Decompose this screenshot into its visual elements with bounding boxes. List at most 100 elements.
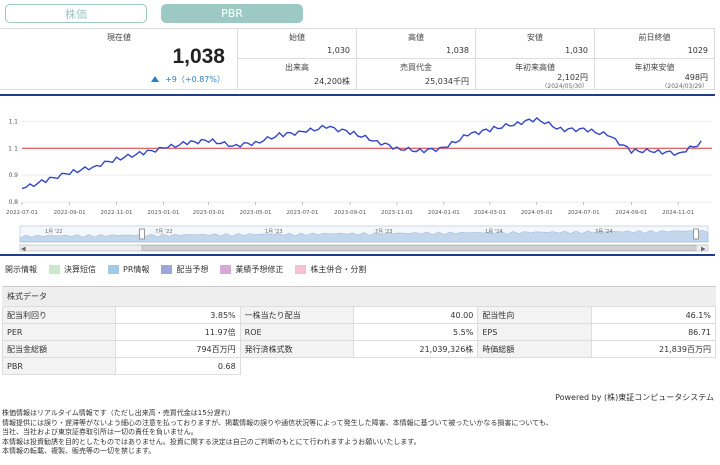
current-price-box: 現在値 1,038 +9（+0.87%） [0, 29, 238, 89]
y-tick-label: 0.9 [8, 172, 18, 179]
open-cell: 始値 1,030 [238, 29, 357, 59]
legend-swatch [295, 265, 307, 274]
x-tick-label: 2023-01-01 [147, 210, 179, 216]
chart-scrollbar-thumb[interactable] [141, 245, 697, 251]
x-tick-label: 2023-05-01 [240, 210, 272, 216]
table-row: 配当利回り 3.85% 一株当たり配当 40.00 配当性向 46.1% [1, 306, 717, 324]
legend-swatch [220, 265, 232, 274]
shares-outstanding-value: 21,039,326株 [352, 340, 479, 358]
ytd-low-date: （2024/03/29） [661, 83, 708, 90]
low-cell: 安値 1,030 [476, 29, 595, 59]
powered-by: Powered by (株)東証コンピュータシステム [555, 393, 714, 402]
open-label: 始値 [289, 33, 305, 42]
navigator-label: 7月 '23 [375, 229, 393, 235]
navigator-label: 1月 '22 [45, 229, 63, 235]
x-tick-label: 2024-01-01 [428, 210, 460, 216]
price-change: +9（+0.87%） [151, 74, 225, 85]
roe-label: ROE [239, 323, 354, 341]
current-price-label: 現在値 [107, 33, 131, 42]
shares-outstanding-label: 発行済株式数 [239, 340, 354, 358]
stock-data-table: 配当利回り 3.85% 一株当たり配当 40.00 配当性向 46.1% PER… [1, 306, 717, 375]
legend-disclosure-title: 開示情報 [5, 264, 37, 275]
legend-label: 業績予想修正 [235, 265, 284, 274]
x-tick-label: 2023-03-01 [193, 210, 225, 216]
legend-swatch [161, 265, 173, 274]
per-label: PER [1, 323, 117, 341]
dps-label: 一株当たり配当 [239, 306, 354, 324]
divider-top [0, 94, 715, 96]
payout-ratio-value: 46.1% [590, 306, 717, 324]
current-price: 1,038 [172, 45, 225, 68]
table-row: PBR 0.68 [1, 357, 716, 375]
legend-title-text: 開示情報 [5, 265, 37, 274]
ytd-high-date: （2024/05/30） [541, 83, 588, 90]
note-line: 当社、当社および東京証券取引所は一切の責任を負いません。 [2, 428, 198, 437]
tab-stock-price[interactable]: 株価 [5, 4, 147, 23]
navigator-label: 1月 '23 [265, 229, 283, 235]
legend-label: 配当予想 [176, 265, 209, 274]
eps-label: EPS [477, 323, 592, 341]
x-tick-label: 2024-07-01 [568, 210, 600, 216]
series-line-pbr [21, 116, 702, 190]
market-cap-label: 時価総額 [477, 340, 592, 358]
dividend-yield-label: 配当利回り [1, 306, 117, 324]
market-cap-value: 21,839百万円 [590, 340, 717, 358]
total-dividend-label: 配当金総額 [1, 340, 117, 358]
y-axis-marker: 1 [8, 145, 12, 152]
x-tick-label: 2024-05-01 [521, 210, 553, 216]
scroll-left-icon[interactable]: ◀ [21, 246, 26, 253]
legend-item-pr[interactable]: PR情報 [108, 264, 149, 275]
volume-value: 24,200株 [314, 77, 350, 86]
navigator-right-handle[interactable] [693, 228, 699, 240]
pbr-label: PBR [1, 357, 117, 375]
legend-swatch [108, 265, 119, 274]
prev-close-label: 前日終値 [638, 33, 671, 42]
legend-item-stock-split[interactable]: 株主併合・分割 [295, 264, 366, 275]
x-tick-label: 2022-07-01 [6, 210, 38, 216]
x-tick-label: 2023-09-01 [334, 210, 366, 216]
high-value: 1,038 [446, 46, 469, 55]
volume-cell: 出来高 24,200株 [238, 59, 357, 89]
high-cell: 高値 1,038 [357, 29, 476, 59]
dividend-yield-value: 3.85% [115, 306, 241, 324]
eps-value: 86.71 [590, 323, 717, 341]
disclaimer-notes: 株価情報はリアルタイム情報です（ただし出来高・売買代金は15分遅れ） 情報提供に… [2, 409, 553, 457]
x-tick-label: 2022-09-01 [54, 210, 86, 216]
x-tick-label: 2024-09-01 [615, 210, 647, 216]
x-tick-label: 2023-11-01 [381, 210, 413, 216]
y-tick-label: 1.1 [8, 118, 18, 125]
legend-label: PR情報 [123, 265, 150, 274]
per-value: 11.97倍 [115, 323, 241, 341]
high-label: 高値 [408, 33, 424, 42]
ytd-high-cell: 年初来高値 2,102円 （2024/05/30） [476, 59, 595, 90]
payout-ratio-label: 配当性向 [477, 306, 592, 324]
legend-item-forecast-revision[interactable]: 業績予想修正 [220, 264, 283, 275]
x-tick-label: 2023-07-01 [286, 210, 318, 216]
y-tick-label: 1 [14, 145, 18, 152]
empty-cell [240, 357, 716, 375]
navigator-label: 7月 '22 [155, 229, 173, 235]
note-line: 株価情報はリアルタイム情報です（ただし出来高・売買代金は15分遅れ） [2, 409, 235, 417]
turnover-label: 売買代金 [400, 63, 432, 72]
open-value: 1,030 [327, 46, 350, 55]
up-arrow-icon [151, 76, 160, 82]
volume-label: 出来高 [285, 63, 309, 72]
table-row: PER 11.97倍 ROE 5.5% EPS 86.71 [1, 323, 717, 341]
tab-pbr[interactable]: PBR [161, 4, 303, 23]
disclosure-legend: 開示情報 決算短信 PR情報 配当予想 業績予想修正 株主併合・分割 [5, 264, 378, 275]
turnover-cell: 売買代金 25,034千円 [357, 59, 476, 89]
legend-item-dividend[interactable]: 配当予想 [161, 264, 208, 275]
price-change-text: +9（+0.87%） [165, 75, 225, 84]
x-tick-label: 2024-03-01 [474, 210, 506, 216]
legend-label: 決算短信 [64, 265, 96, 274]
note-line: 本情報は投資勧誘を目的としたものではありません。投資に関する決定は自己のご判断の… [2, 437, 421, 446]
y-tick-label: 0.8 [8, 199, 18, 206]
stock-data-title: 株式データ [2, 286, 716, 306]
legend-item-earnings[interactable]: 決算短信 [49, 264, 96, 275]
turnover-value: 25,034千円 [425, 77, 469, 86]
tab-bar: 株価 PBR [5, 4, 303, 23]
pbr-chart[interactable]: 1.1 1 0.9 0.8 1 2022-07-01 2022-09-01 2022-11-… [0, 100, 720, 252]
navigator-left-handle[interactable] [139, 228, 145, 240]
scroll-right-icon[interactable]: ▶ [701, 246, 706, 253]
legend-label: 株主併合・分割 [310, 265, 367, 274]
